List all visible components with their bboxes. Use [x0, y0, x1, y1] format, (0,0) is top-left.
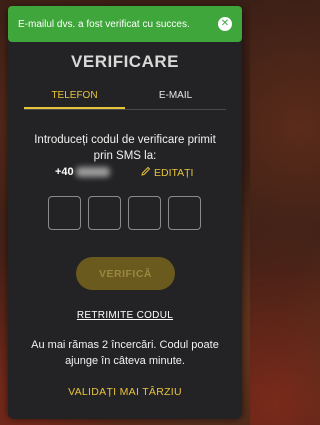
verify-button[interactable]: VERIFICĂ	[76, 257, 175, 290]
success-toast: E-mailul dvs. a fost verificat cu succes…	[8, 6, 242, 42]
resend-code-link[interactable]: RETRIMITE CODUL	[77, 310, 173, 321]
phone-number-redacted	[75, 167, 110, 177]
tab-telefon[interactable]: TELEFON	[24, 88, 125, 109]
pencil-icon	[141, 166, 151, 179]
modal-title: VERIFICARE	[71, 52, 179, 71]
close-icon[interactable]: ✕	[218, 17, 232, 31]
tab-email[interactable]: E-MAIL	[125, 88, 226, 109]
attempts-remaining-text: Au mai rămas 2 încercări. Codul poate aj…	[31, 339, 219, 367]
verification-tabs: TELEFON E-MAIL	[24, 88, 226, 110]
phone-prefix: +40	[55, 166, 74, 178]
phone-number: +40	[55, 166, 110, 178]
code-digit-3[interactable]	[128, 196, 161, 230]
instructions-text: Introduceți codul de verificare primit p…	[34, 134, 216, 162]
code-digit-4[interactable]	[168, 196, 201, 230]
edit-phone-button[interactable]: EDITAȚI	[141, 166, 193, 179]
toast-message: E-mailul dvs. a fost verificat cu succes…	[18, 18, 190, 30]
code-digit-1[interactable]	[48, 196, 81, 230]
validate-later-link[interactable]: VALIDAȚI MAI TÂRZIU	[0, 386, 250, 398]
edit-label: EDITAȚI	[154, 166, 194, 179]
code-digit-2[interactable]	[88, 196, 121, 230]
code-input-row	[48, 196, 201, 230]
resend-code: RETRIMITE CODUL	[0, 310, 250, 321]
